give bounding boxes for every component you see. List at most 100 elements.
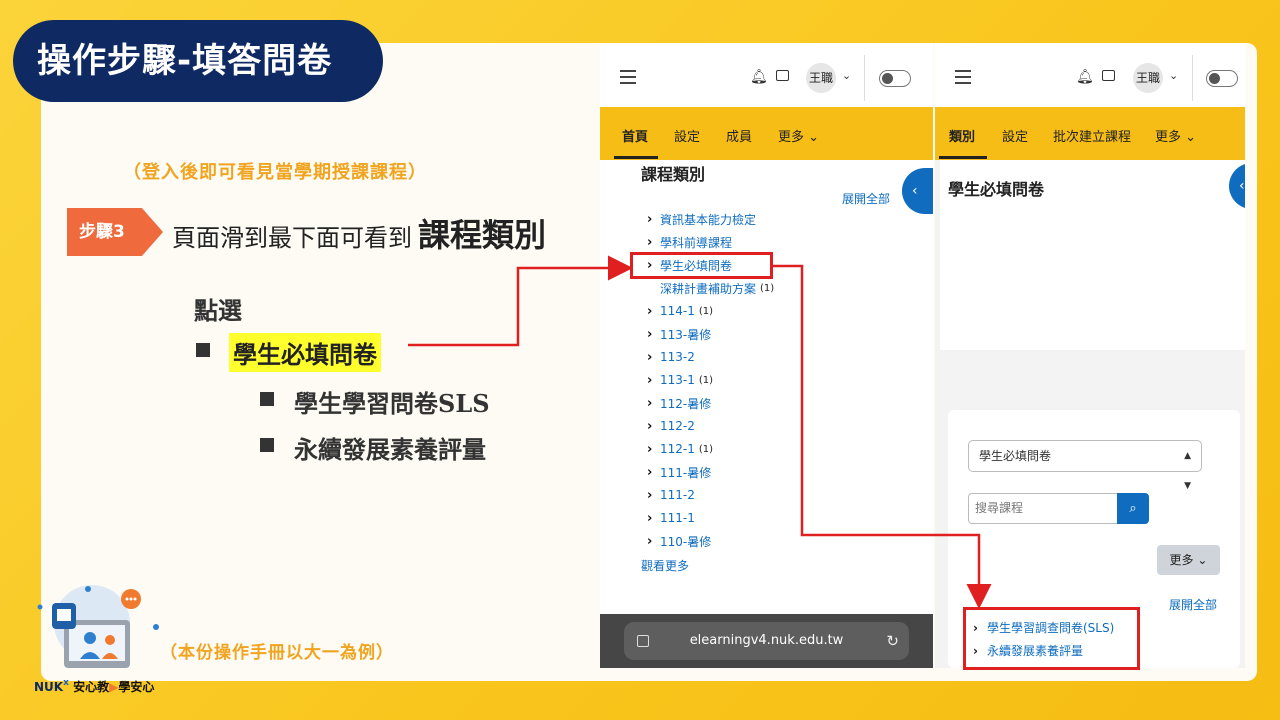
- chevron-right-icon[interactable]: ›: [647, 373, 660, 388]
- category-tree-item[interactable]: 深耕計畫補助方案 (1): [660, 278, 774, 298]
- category-label: 114-1: [660, 304, 695, 318]
- highlight-box-courses: [963, 607, 1140, 670]
- edit-mode-toggle[interactable]: [1206, 70, 1238, 87]
- category-label: 深耕計畫補助方案: [660, 281, 757, 296]
- category-label: 111-1: [660, 511, 695, 525]
- menu-icon[interactable]: [955, 70, 971, 88]
- slogan-teach: 安心教: [73, 680, 110, 694]
- tab-more-label: 更多: [778, 130, 805, 145]
- bell-icon[interactable]: 🔔︎: [750, 69, 768, 85]
- tab-more-label: 更多: [1155, 130, 1182, 145]
- category-tree-item[interactable]: › 學科前導課程: [647, 232, 732, 252]
- login-note: （登入後即可看見當學期授課課程）: [123, 162, 427, 183]
- chevron-right-icon[interactable]: ›: [647, 304, 660, 319]
- view-more-link[interactable]: 觀看更多: [641, 557, 689, 574]
- category-tree-item[interactable]: › 110-暑修: [647, 531, 711, 551]
- bell-icon[interactable]: 🔔︎: [1076, 69, 1094, 85]
- chevron-right-icon[interactable]: ›: [647, 465, 660, 480]
- edit-mode-toggle[interactable]: [879, 70, 911, 87]
- category-tree-item[interactable]: › 111-暑修: [647, 462, 711, 482]
- tab-home[interactable]: 首頁: [622, 126, 648, 145]
- category-tree-item[interactable]: › 112-2: [647, 416, 695, 436]
- category-label: 112-2: [660, 419, 695, 433]
- chevron-right-icon[interactable]: ›: [647, 396, 660, 411]
- required-survey-screen: 🔔︎ 王職 ⌄ 類別 設定 批次建立課程 更多 ⌄ 學生必填問卷 ‹ 學生必填問…: [935, 43, 1245, 668]
- category-tree-item[interactable]: › 113-2: [647, 347, 695, 367]
- step-instruction: 頁面滑到最下面可看到 課程類別: [172, 210, 546, 256]
- category-label: 學科前導課程: [660, 235, 733, 250]
- search-button[interactable]: ⌕: [1117, 493, 1149, 524]
- category-label: 112-1: [660, 442, 695, 456]
- category-tree-item[interactable]: › 112-1 (1): [647, 439, 713, 459]
- tab-members[interactable]: 成員: [726, 126, 752, 145]
- tab-bulk-create[interactable]: 批次建立課程: [1053, 126, 1131, 145]
- manual-note: （本份操作手冊以大一為例）: [160, 643, 394, 663]
- chevron-right-icon[interactable]: ›: [647, 534, 660, 549]
- tab-settings[interactable]: 設定: [1002, 126, 1028, 145]
- section-title: 課程類別: [641, 165, 706, 184]
- chevron-right-icon[interactable]: ›: [647, 511, 660, 526]
- category-select-value: 學生必填問卷: [979, 449, 1052, 463]
- expand-all-link[interactable]: 展開全部: [1169, 596, 1217, 613]
- category-heading: 學生必填問卷: [948, 180, 1045, 199]
- click-label: 點選: [194, 297, 242, 325]
- chevron-right-icon[interactable]: ›: [647, 419, 660, 434]
- category-label: 110-暑修: [660, 534, 712, 549]
- menu-icon[interactable]: [620, 70, 636, 88]
- chevron-right-icon[interactable]: ›: [647, 212, 660, 227]
- chevron-right-icon[interactable]: ›: [647, 442, 660, 457]
- tab-more[interactable]: 更多 ⌄: [1155, 126, 1196, 145]
- play-icon: ▶: [109, 680, 119, 694]
- category-tree-item[interactable]: › 112-暑修: [647, 393, 711, 413]
- reload-icon[interactable]: ↻: [886, 622, 899, 660]
- url-field[interactable]: elearningv4.nuk.edu.tw ↻: [624, 622, 909, 660]
- divider: [864, 55, 865, 101]
- message-icon[interactable]: [776, 70, 789, 81]
- nuk-brand: NUK: [34, 680, 64, 694]
- category-tree-item[interactable]: › 111-2: [647, 485, 695, 505]
- chevron-right-icon[interactable]: ›: [647, 327, 660, 342]
- category-label: 113-暑修: [660, 327, 712, 342]
- url-text: elearningv4.nuk.edu.tw: [689, 633, 844, 648]
- divider: [1192, 55, 1193, 101]
- category-tree-item[interactable]: › 113-暑修: [647, 324, 711, 344]
- secondary-nav: 首頁 設定 成員 更多 ⌄: [600, 107, 933, 160]
- sub-item-sustainability: 永續發展素養評量: [294, 436, 486, 464]
- chevron-right-icon[interactable]: ›: [647, 488, 660, 503]
- active-tab-underline: [614, 156, 658, 159]
- search-icon: ⌕: [1129, 501, 1137, 516]
- category-tree-item[interactable]: › 111-1: [647, 508, 695, 528]
- category-select[interactable]: 學生必填問卷 ▲ ▼: [968, 440, 1202, 491]
- course-search-input[interactable]: 搜尋課程: [968, 493, 1118, 524]
- user-avatar[interactable]: 王職: [806, 63, 836, 93]
- category-tree-item[interactable]: › 資訊基本能力檢定: [647, 209, 756, 229]
- tab-more[interactable]: 更多 ⌄: [778, 126, 819, 145]
- category-count: (1): [760, 282, 775, 294]
- chevron-right-icon[interactable]: ›: [647, 350, 660, 365]
- bullet-square: [260, 438, 274, 452]
- select-arrows-icon: ▲ ▼: [1184, 451, 1191, 491]
- step-emphasis: 課程類別: [418, 216, 547, 254]
- bullet-square: [260, 392, 274, 406]
- step-text: 頁面滑到最下面可看到: [172, 224, 412, 252]
- tabs-icon[interactable]: [637, 635, 649, 647]
- secondary-nav: 類別 設定 批次建立課程 更多 ⌄: [935, 107, 1245, 160]
- tab-category[interactable]: 類別: [949, 126, 975, 145]
- chevron-down-icon[interactable]: ⌄: [842, 69, 851, 82]
- highlighted-category: 學生必填問卷: [229, 333, 381, 372]
- user-avatar[interactable]: 王職: [1133, 63, 1163, 93]
- category-tree-item[interactable]: › 113-1 (1): [647, 370, 713, 390]
- expand-all-link[interactable]: 展開全部: [842, 190, 890, 207]
- top-bar: 🔔︎ 王職 ⌄: [935, 43, 1245, 107]
- category-count: (1): [698, 305, 714, 317]
- category-tree-item[interactable]: › 114-1 (1): [647, 301, 713, 321]
- chevron-down-icon[interactable]: ⌄: [1169, 69, 1178, 82]
- chevron-right-icon[interactable]: ›: [647, 235, 660, 250]
- category-label: 111-暑修: [660, 465, 712, 480]
- course-category-screen: 🔔︎ 王職 ⌄ 首頁 設定 成員 更多 ⌄ 課程類別 展開全部 ‹ › 資訊基本能…: [600, 43, 933, 668]
- message-icon[interactable]: [1102, 70, 1115, 81]
- more-button[interactable]: 更多 ⌄: [1157, 545, 1220, 575]
- slogan-learn: 學安心: [118, 680, 155, 694]
- category-label: 113-2: [660, 350, 695, 364]
- tab-settings[interactable]: 設定: [674, 126, 700, 145]
